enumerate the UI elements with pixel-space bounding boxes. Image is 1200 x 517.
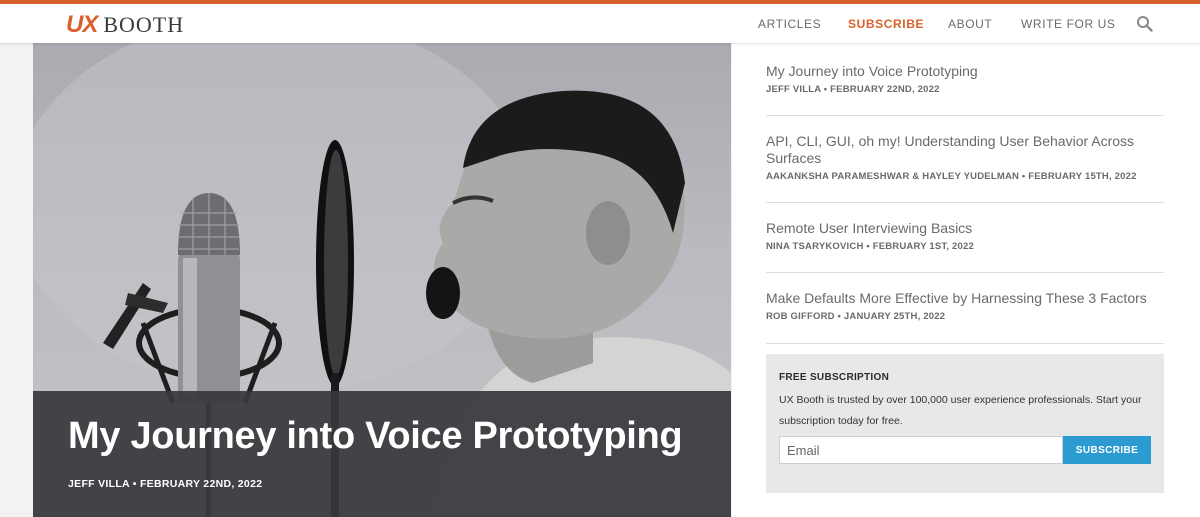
sidebar-article-byline: ROB GIFFORD • JANUARY 25TH, 2022 (766, 311, 946, 322)
sidebar-article-title[interactable]: Make Defaults More Effective by Harnessi… (766, 290, 1164, 307)
main-nav: ARTICLES SUBSCRIBE ABOUT WRITE FOR US (0, 17, 1200, 37)
sidebar-article-title[interactable]: Remote User Interviewing Basics (766, 220, 1164, 237)
sidebar-article-title[interactable]: API, CLI, GUI, oh my! Understanding User… (766, 133, 1164, 167)
nav-about-link[interactable]: ABOUT (948, 17, 992, 31)
sidebar-article: Make Defaults More Effective by Harnessi… (766, 290, 1164, 344)
sidebar-article-byline: AAKANKSHA PARAMESHWAR & HAYLEY YUDELMAN … (766, 171, 1137, 182)
nav-write-for-us-link[interactable]: WRITE FOR US (1021, 17, 1116, 31)
subscription-description: UX Booth is trusted by over 100,000 user… (779, 394, 1142, 427)
nav-subscribe-link[interactable]: SUBSCRIBE (848, 17, 924, 31)
sidebar-article: API, CLI, GUI, oh my! Understanding User… (766, 133, 1164, 203)
sidebar-article: Remote User Interviewing Basics NINA TSA… (766, 220, 1164, 273)
hero-feature[interactable]: My Journey into Voice Prototyping JEFF V… (33, 43, 731, 517)
hero-title[interactable]: My Journey into Voice Prototyping (68, 415, 683, 458)
search-icon[interactable] (1136, 15, 1154, 33)
subscription-heading: FREE SUBSCRIPTION (779, 372, 890, 383)
sidebar-article-title[interactable]: My Journey into Voice Prototyping (766, 63, 1164, 80)
hero-byline: JEFF VILLA • FEBRUARY 22ND, 2022 (68, 478, 263, 490)
sidebar: My Journey into Voice Prototyping JEFF V… (732, 43, 1200, 517)
sidebar-article-byline: JEFF VILLA • FEBRUARY 22ND, 2022 (766, 84, 940, 95)
nav-articles-link[interactable]: ARTICLES (758, 17, 821, 31)
top-navigation-bar: UX BOOTH ARTICLES SUBSCRIBE ABOUT WRITE … (0, 0, 1200, 43)
sidebar-article: My Journey into Voice Prototyping JEFF V… (766, 63, 1164, 116)
subscribe-button[interactable]: SUBSCRIBE (1063, 436, 1151, 464)
sidebar-article-byline: NINA TSARYKOVICH • FEBRUARY 1ST, 2022 (766, 241, 974, 252)
hero-caption: My Journey into Voice Prototyping JEFF V… (33, 391, 731, 517)
free-subscription-box: FREE SUBSCRIPTION UX Booth is trusted by… (766, 354, 1164, 493)
email-field[interactable] (779, 436, 1063, 464)
